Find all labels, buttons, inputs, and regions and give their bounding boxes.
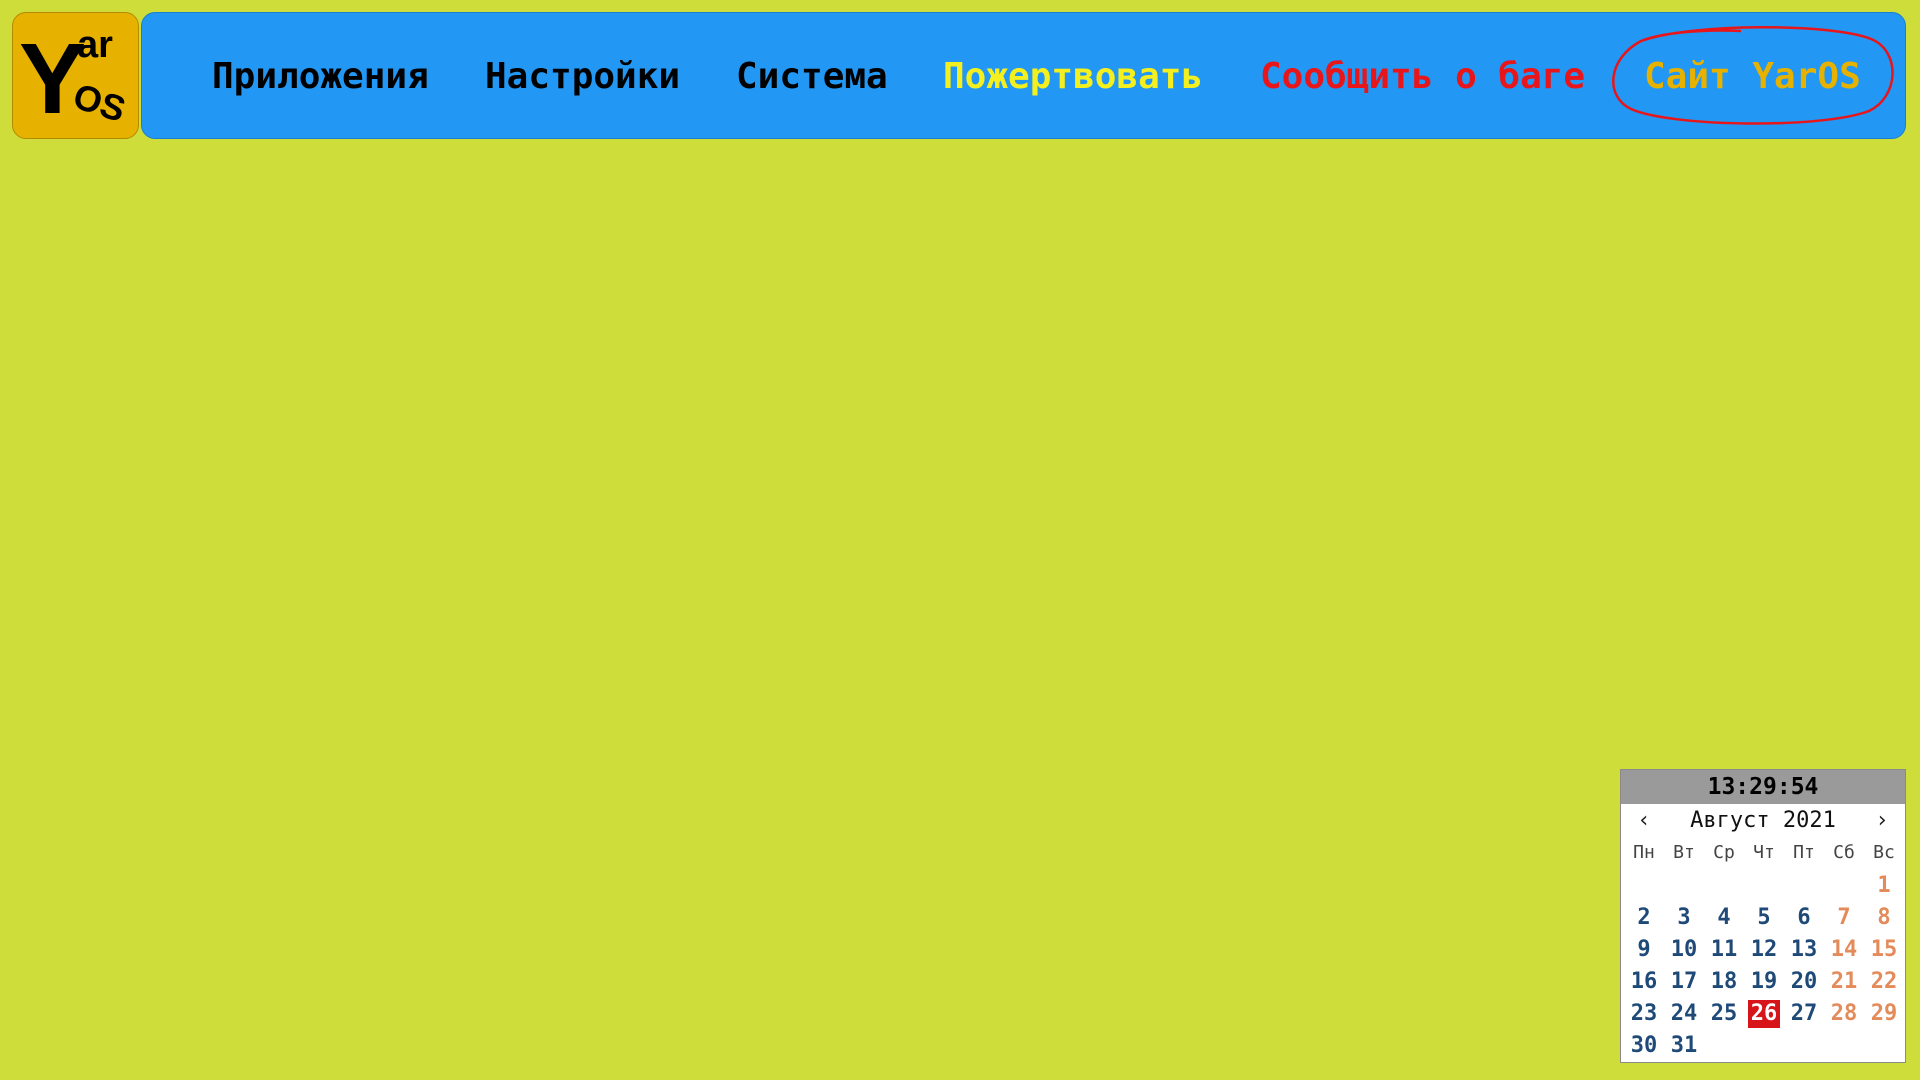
calendar-day[interactable]: 16 <box>1624 966 1664 998</box>
calendar-day[interactable]: 7 <box>1824 902 1864 934</box>
calendar-day[interactable]: 30 <box>1624 1030 1664 1062</box>
calendar-day[interactable]: 28 <box>1824 998 1864 1030</box>
calendar-day[interactable]: 1 <box>1864 870 1904 902</box>
calendar-day[interactable]: 18 <box>1704 966 1744 998</box>
calendar-day[interactable]: 25 <box>1704 998 1744 1030</box>
weekday-label: Вт <box>1673 842 1695 863</box>
menu-apps[interactable]: Приложения <box>212 57 429 97</box>
menu-settings[interactable]: Настройки <box>485 57 680 97</box>
calendar-day[interactable]: 13 <box>1784 934 1824 966</box>
calendar-day[interactable]: 6 <box>1784 902 1824 934</box>
calendar-day-today[interactable]: 26 <box>1744 998 1784 1030</box>
weekday-label: Ср <box>1713 842 1735 863</box>
calendar-month-label: Август 2021 <box>1690 808 1836 833</box>
calendar-day[interactable]: 3 <box>1664 902 1704 934</box>
calendar-empty-cell <box>1624 870 1664 902</box>
weekday-label: Вс <box>1873 842 1895 863</box>
calendar-day[interactable]: 17 <box>1664 966 1704 998</box>
calendar-day[interactable]: 31 <box>1664 1030 1704 1062</box>
calendar-empty-cell <box>1744 870 1784 902</box>
calendar-day[interactable]: 12 <box>1744 934 1784 966</box>
calendar-day[interactable]: 24 <box>1664 998 1704 1030</box>
clock-calendar-widget: 13:29:54 ‹ Август 2021 › Пн Вт Ср Чт Пт … <box>1620 769 1906 1063</box>
calendar-day[interactable]: 22 <box>1864 966 1904 998</box>
calendar-day[interactable]: 15 <box>1864 934 1904 966</box>
weekday-label: Пт <box>1793 842 1815 863</box>
calendar-day[interactable]: 19 <box>1744 966 1784 998</box>
calendar-header: ‹ Август 2021 › <box>1621 804 1905 838</box>
menu-donate[interactable]: Пожертвовать <box>943 57 1203 97</box>
calendar-empty-cell <box>1784 870 1824 902</box>
yaros-logo[interactable]: Y ar OS <box>12 12 139 139</box>
calendar-prev-button[interactable]: ‹ <box>1629 804 1659 838</box>
calendar-empty-cell <box>1704 870 1744 902</box>
calendar-day[interactable]: 21 <box>1824 966 1864 998</box>
logo-letters-ar: ar <box>77 24 113 66</box>
weekday-label: Пн <box>1633 842 1655 863</box>
clock-time: 13:29:54 <box>1621 770 1905 804</box>
calendar-day[interactable]: 5 <box>1744 902 1784 934</box>
calendar-empty-cell <box>1664 870 1704 902</box>
calendar-day[interactable]: 29 <box>1864 998 1904 1030</box>
logo-letter-y: Y <box>19 23 86 135</box>
calendar-grid: Пн Вт Ср Чт Пт Сб Вс 1 2 3 4 5 6 7 8 9 10 11 12 13 14… <box>1624 838 1905 1062</box>
calendar-day[interactable]: 20 <box>1784 966 1824 998</box>
calendar-day[interactable]: 11 <box>1704 934 1744 966</box>
yaros-logo-mark: Y ar OS <box>19 23 131 135</box>
calendar-day[interactable]: 2 <box>1624 902 1664 934</box>
top-menu-bar: Приложения Настройки Система Пожертвоват… <box>141 12 1906 139</box>
calendar-empty-cell <box>1824 870 1864 902</box>
calendar-next-button[interactable]: › <box>1867 804 1897 838</box>
calendar-day[interactable]: 27 <box>1784 998 1824 1030</box>
menu-report-bug[interactable]: Сообщить о баге <box>1260 57 1585 97</box>
calendar-day[interactable]: 4 <box>1704 902 1744 934</box>
calendar-day[interactable]: 23 <box>1624 998 1664 1030</box>
menu-system[interactable]: Система <box>736 57 888 97</box>
menu-yaros-site[interactable]: Сайт YarOS <box>1644 57 1861 97</box>
calendar-day[interactable]: 9 <box>1624 934 1664 966</box>
calendar-day[interactable]: 8 <box>1864 902 1904 934</box>
weekday-label: Сб <box>1833 842 1855 863</box>
calendar-day[interactable]: 14 <box>1824 934 1864 966</box>
calendar-day[interactable]: 10 <box>1664 934 1704 966</box>
weekday-label: Чт <box>1753 842 1775 863</box>
